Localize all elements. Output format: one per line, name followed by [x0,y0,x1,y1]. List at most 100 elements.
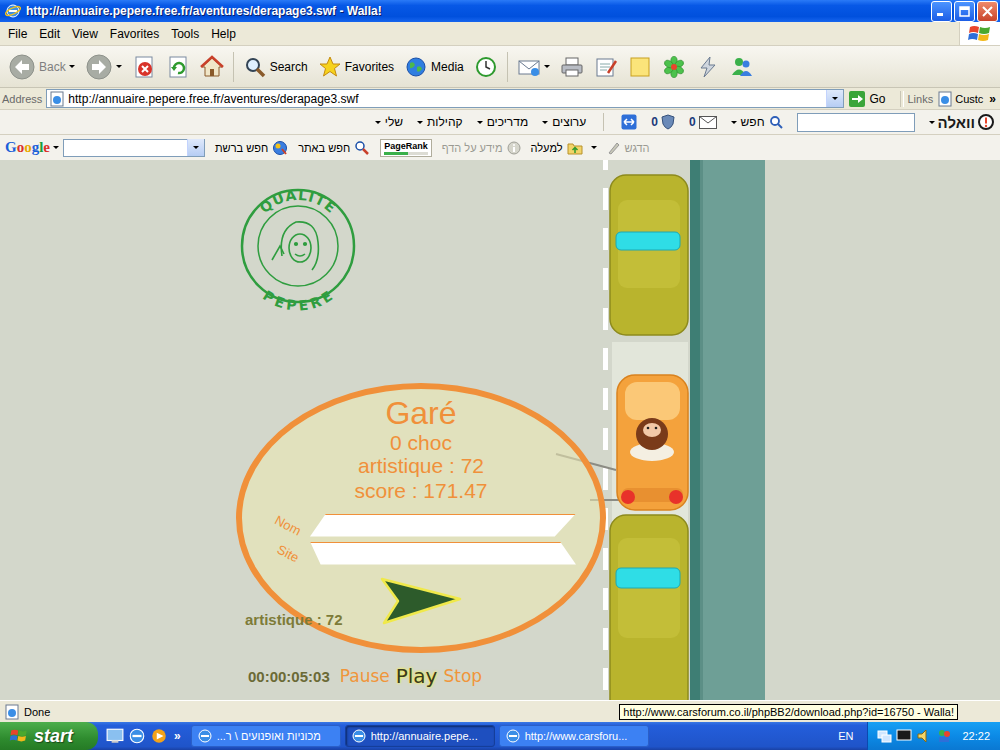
address-dropdown-button[interactable] [826,90,843,107]
field-row: Nom [266,513,576,537]
users-icon[interactable] [936,728,952,744]
maximize-button[interactable] [954,1,975,22]
edit-button[interactable] [590,53,622,81]
link-tooltip: http://www.carsforum.co.il/phpBB2/downlo… [619,704,958,720]
links-label[interactable]: Links [908,93,934,105]
walla-search-field[interactable] [797,113,915,132]
menu-item[interactable]: File [2,25,33,43]
google-site-button[interactable]: חפש באתר [298,140,370,156]
taskbar-task[interactable]: מכוניות ואופנועים \ ר... [191,725,341,747]
menu-item[interactable]: View [66,25,104,43]
media-button[interactable]: Media [400,53,468,81]
google-info-button[interactable]: מידע על הדף [442,141,521,155]
custom-link[interactable]: Custc [937,91,983,107]
walla-menu[interactable]: מדריכים [477,115,529,129]
google-button-label: מידע על הדף [442,142,503,154]
task-label: http://annuaire.pepe... [371,730,478,742]
control-button[interactable]: Pause [340,666,390,686]
field-input[interactable] [310,542,576,565]
flash-game[interactable]: QUALITEPEPERE Garé 0 choc artistique : 7… [0,160,1000,700]
refresh-icon [166,55,190,79]
mail-button[interactable] [513,53,554,81]
windows-logo-icon [959,22,1000,45]
print-button[interactable] [556,53,588,81]
taskbar-task[interactable]: http://www.carsforu... [499,725,649,747]
parked-car-top [610,175,688,335]
volume-icon[interactable] [916,728,932,744]
menu-item[interactable]: Tools [165,25,205,43]
hud-artistic: artistique : 72 [245,611,343,628]
search-button[interactable]: Search [239,53,312,81]
favorites-label: Favorites [345,60,394,74]
shield-counter[interactable]: 0 [651,114,675,130]
network-icon[interactable] [876,728,892,744]
custom-link-label: Custc [955,93,983,105]
forward-icon [85,53,113,81]
standard-toolbar: Back Search Favorites Media [0,46,1000,88]
ie-quick-icon[interactable] [128,727,146,745]
google-search-field[interactable] [63,139,205,157]
go-button[interactable]: Go [848,90,895,108]
dropdown-caret-icon [53,146,59,149]
walla-menu[interactable]: קהילות [417,115,463,129]
minimize-icon [936,6,947,17]
stop-button[interactable] [128,53,160,81]
go-label: Go [869,92,885,106]
favorites-button[interactable]: Favorites [314,53,398,81]
google-highlight-button[interactable]: הדגש [607,141,650,155]
google-web-button[interactable]: חפש ברשת [215,140,288,156]
submit-arrow-icon[interactable] [378,575,464,627]
monitor-icon[interactable] [896,728,912,744]
discuss-button[interactable] [624,53,656,81]
refresh-button[interactable] [162,53,194,81]
search-label: Search [270,60,308,74]
walla-logo[interactable]: וואלה [929,114,994,131]
desktop-icon[interactable] [106,727,124,745]
favorites-icon [318,55,342,79]
envelope-icon [699,116,717,129]
taskbar-task[interactable]: http://annuaire.pepe... [345,725,495,747]
walla-menu-label: מדריכים [487,115,529,129]
field-input[interactable] [310,514,576,537]
toolbar-separator [233,52,234,82]
minimize-button[interactable] [931,1,952,22]
result-artistic: artistique : 72 [358,454,484,477]
media-quick-icon[interactable] [150,727,168,745]
back-button[interactable]: Back [4,51,79,83]
control-button[interactable]: Stop [443,666,482,686]
close-button[interactable] [977,1,998,22]
links-more[interactable]: » [987,92,998,106]
quick-launch: » [102,727,187,745]
walla-menu[interactable]: ערוצים [542,115,586,129]
player-car[interactable] [617,375,688,510]
walla-menu-label: ערוצים [552,115,586,129]
address-field[interactable]: http://annuaire.pepere.free.fr/aventures… [46,89,844,108]
google-up-button[interactable]: למעלה [531,141,597,155]
menu-item[interactable]: Help [205,25,242,43]
people-button[interactable] [726,53,758,81]
home-button[interactable] [196,53,228,81]
google-button-label: הדגש [625,142,650,154]
history-button[interactable] [470,53,502,81]
google-search-dropdown[interactable] [187,139,204,156]
mail-counter[interactable]: 0 [689,115,717,129]
control-button[interactable]: Play [396,664,438,688]
task-label: http://www.carsforu... [525,730,628,742]
people-icon [730,55,754,79]
resize-icon[interactable] [621,114,637,130]
menu-item[interactable]: Favorites [104,25,165,43]
window-title: http://annuaire.pepere.free.fr/aventures… [26,4,926,18]
links-separator [900,91,904,107]
menu-bar: FileEditViewFavoritesToolsHelp [0,22,1000,46]
language-indicator[interactable]: EN [828,730,863,742]
google-pagerank-button[interactable]: PageRank [380,139,432,157]
google-logo[interactable]: Google [5,139,59,156]
quick-launch-more[interactable]: » [172,729,183,743]
forward-button[interactable] [81,51,126,83]
icq-button[interactable] [658,53,690,81]
start-button[interactable]: start [0,722,98,750]
walla-search-button[interactable]: חפש [731,115,783,129]
menu-item[interactable]: Edit [33,25,66,43]
messenger-button[interactable] [692,53,724,81]
walla-menu[interactable]: שלי [375,115,403,129]
